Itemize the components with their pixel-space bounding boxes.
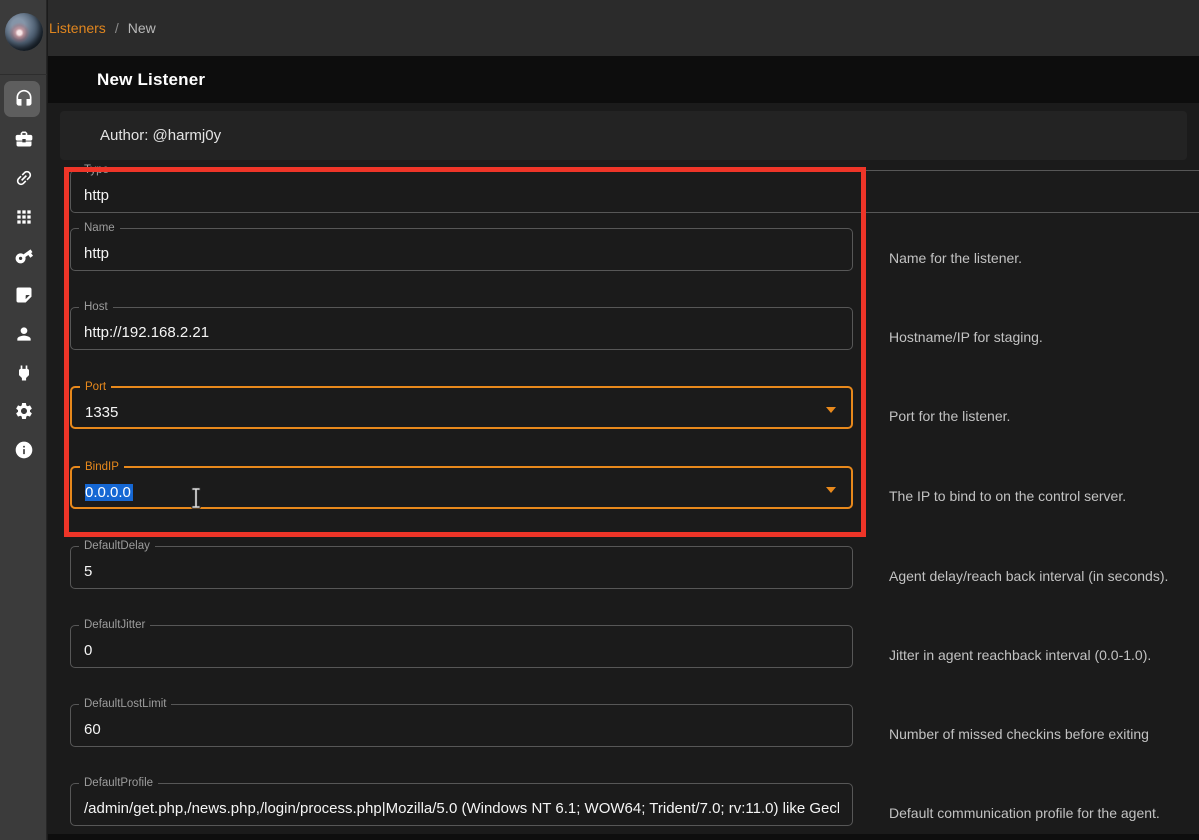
selected-text: 0.0.0.0: [85, 484, 133, 501]
defaultjitter-field-value: 0: [84, 642, 92, 659]
defaultdelay-field[interactable]: DefaultDelay 5: [70, 546, 853, 589]
key-icon: [14, 246, 34, 266]
briefcase-icon: [14, 129, 34, 149]
name-field[interactable]: Name http: [70, 228, 853, 271]
sidebar-item-plugins[interactable]: [2, 354, 45, 392]
type-field-label: Type: [79, 163, 114, 178]
defaultjitter-field-label: DefaultJitter: [79, 618, 150, 633]
host-field-value: http://192.168.2.21: [84, 324, 209, 341]
sidebar-item-stagers[interactable]: [2, 120, 45, 158]
plug-icon: [14, 363, 34, 383]
starkiller-app: Listeners / New New Listener: [0, 0, 1199, 840]
defaultlostlimit-field[interactable]: DefaultLostLimit 60: [70, 704, 853, 747]
host-field[interactable]: Host http://192.168.2.21: [70, 307, 853, 350]
grid-icon: [14, 207, 34, 227]
gear-icon: [14, 401, 34, 421]
type-field-value: http: [84, 187, 109, 204]
link-icon: [14, 168, 34, 188]
port-select-value: 1335: [85, 404, 118, 421]
chevron-down-icon[interactable]: [826, 487, 836, 493]
sidebar-item-settings[interactable]: [2, 392, 45, 430]
defaultprofile-field-description: Default communication profile for the ag…: [889, 805, 1194, 822]
defaultdelay-field-description: Agent delay/reach back interval (in seco…: [889, 568, 1194, 585]
author-text: Author: @harmj0y: [100, 127, 221, 144]
sidebar-item-connections[interactable]: [2, 159, 45, 197]
sidebar-item-listeners[interactable]: [2, 80, 45, 118]
port-select-label: Port: [80, 380, 111, 395]
defaultdelay-field-label: DefaultDelay: [79, 539, 155, 554]
name-field-value: http: [84, 245, 109, 262]
host-field-description: Hostname/IP for staging.: [889, 329, 1194, 346]
sidebar-item-about[interactable]: [2, 431, 45, 469]
starkiller-logo: [5, 13, 43, 51]
port-select-description: Port for the listener.: [889, 408, 1194, 425]
sidebar-item-reporting[interactable]: [2, 276, 45, 314]
bindip-select-description: The IP to bind to on the control server.: [889, 488, 1194, 505]
title-bar: New Listener: [48, 56, 1199, 103]
sidebar-nav: [0, 0, 47, 840]
port-select[interactable]: Port 1335: [70, 386, 853, 429]
next-section-edge: [48, 834, 1199, 840]
breadcrumb: Listeners / New: [49, 0, 156, 56]
breadcrumb-listeners-link[interactable]: Listeners: [49, 20, 106, 36]
defaultjitter-field-description: Jitter in agent reachback interval (0.0-…: [889, 647, 1194, 664]
bindip-select-label: BindIP: [80, 460, 124, 475]
defaultprofile-field[interactable]: DefaultProfile /admin/get.php,/news.php,…: [70, 783, 853, 826]
defaultjitter-field[interactable]: DefaultJitter 0: [70, 625, 853, 668]
author-card: Author: @harmj0y: [60, 111, 1187, 160]
sidebar-item-credentials[interactable]: [2, 237, 45, 275]
page-title: New Listener: [97, 70, 205, 90]
name-field-description: Name for the listener.: [889, 250, 1194, 267]
defaultprofile-field-label: DefaultProfile: [79, 776, 158, 791]
info-icon: [14, 440, 34, 460]
note-icon: [14, 285, 34, 305]
defaultlostlimit-field-label: DefaultLostLimit: [79, 697, 171, 712]
defaultdelay-field-value: 5: [84, 563, 92, 580]
bindip-select-value: 0.0.0.0: [85, 484, 133, 501]
name-field-label: Name: [79, 221, 120, 236]
sidebar-item-modules[interactable]: [2, 198, 45, 236]
chevron-down-icon[interactable]: [826, 407, 836, 413]
logo-area: [0, 0, 47, 75]
bindip-select[interactable]: BindIP 0.0.0.0: [70, 466, 853, 509]
breadcrumb-current-page: New: [128, 20, 156, 36]
defaultprofile-field-value: /admin/get.php,/news.php,/login/process.…: [84, 800, 839, 817]
headset-icon: [14, 89, 34, 109]
type-field[interactable]: Type http: [70, 170, 1199, 213]
host-field-label: Host: [79, 300, 113, 315]
person-icon: [14, 324, 34, 344]
defaultlostlimit-field-value: 60: [84, 721, 101, 738]
defaultlostlimit-field-description: Number of missed checkins before exiting: [889, 726, 1194, 743]
sidebar-item-users[interactable]: [2, 315, 45, 353]
top-bar: [48, 0, 1199, 56]
breadcrumb-separator: /: [115, 20, 119, 36]
